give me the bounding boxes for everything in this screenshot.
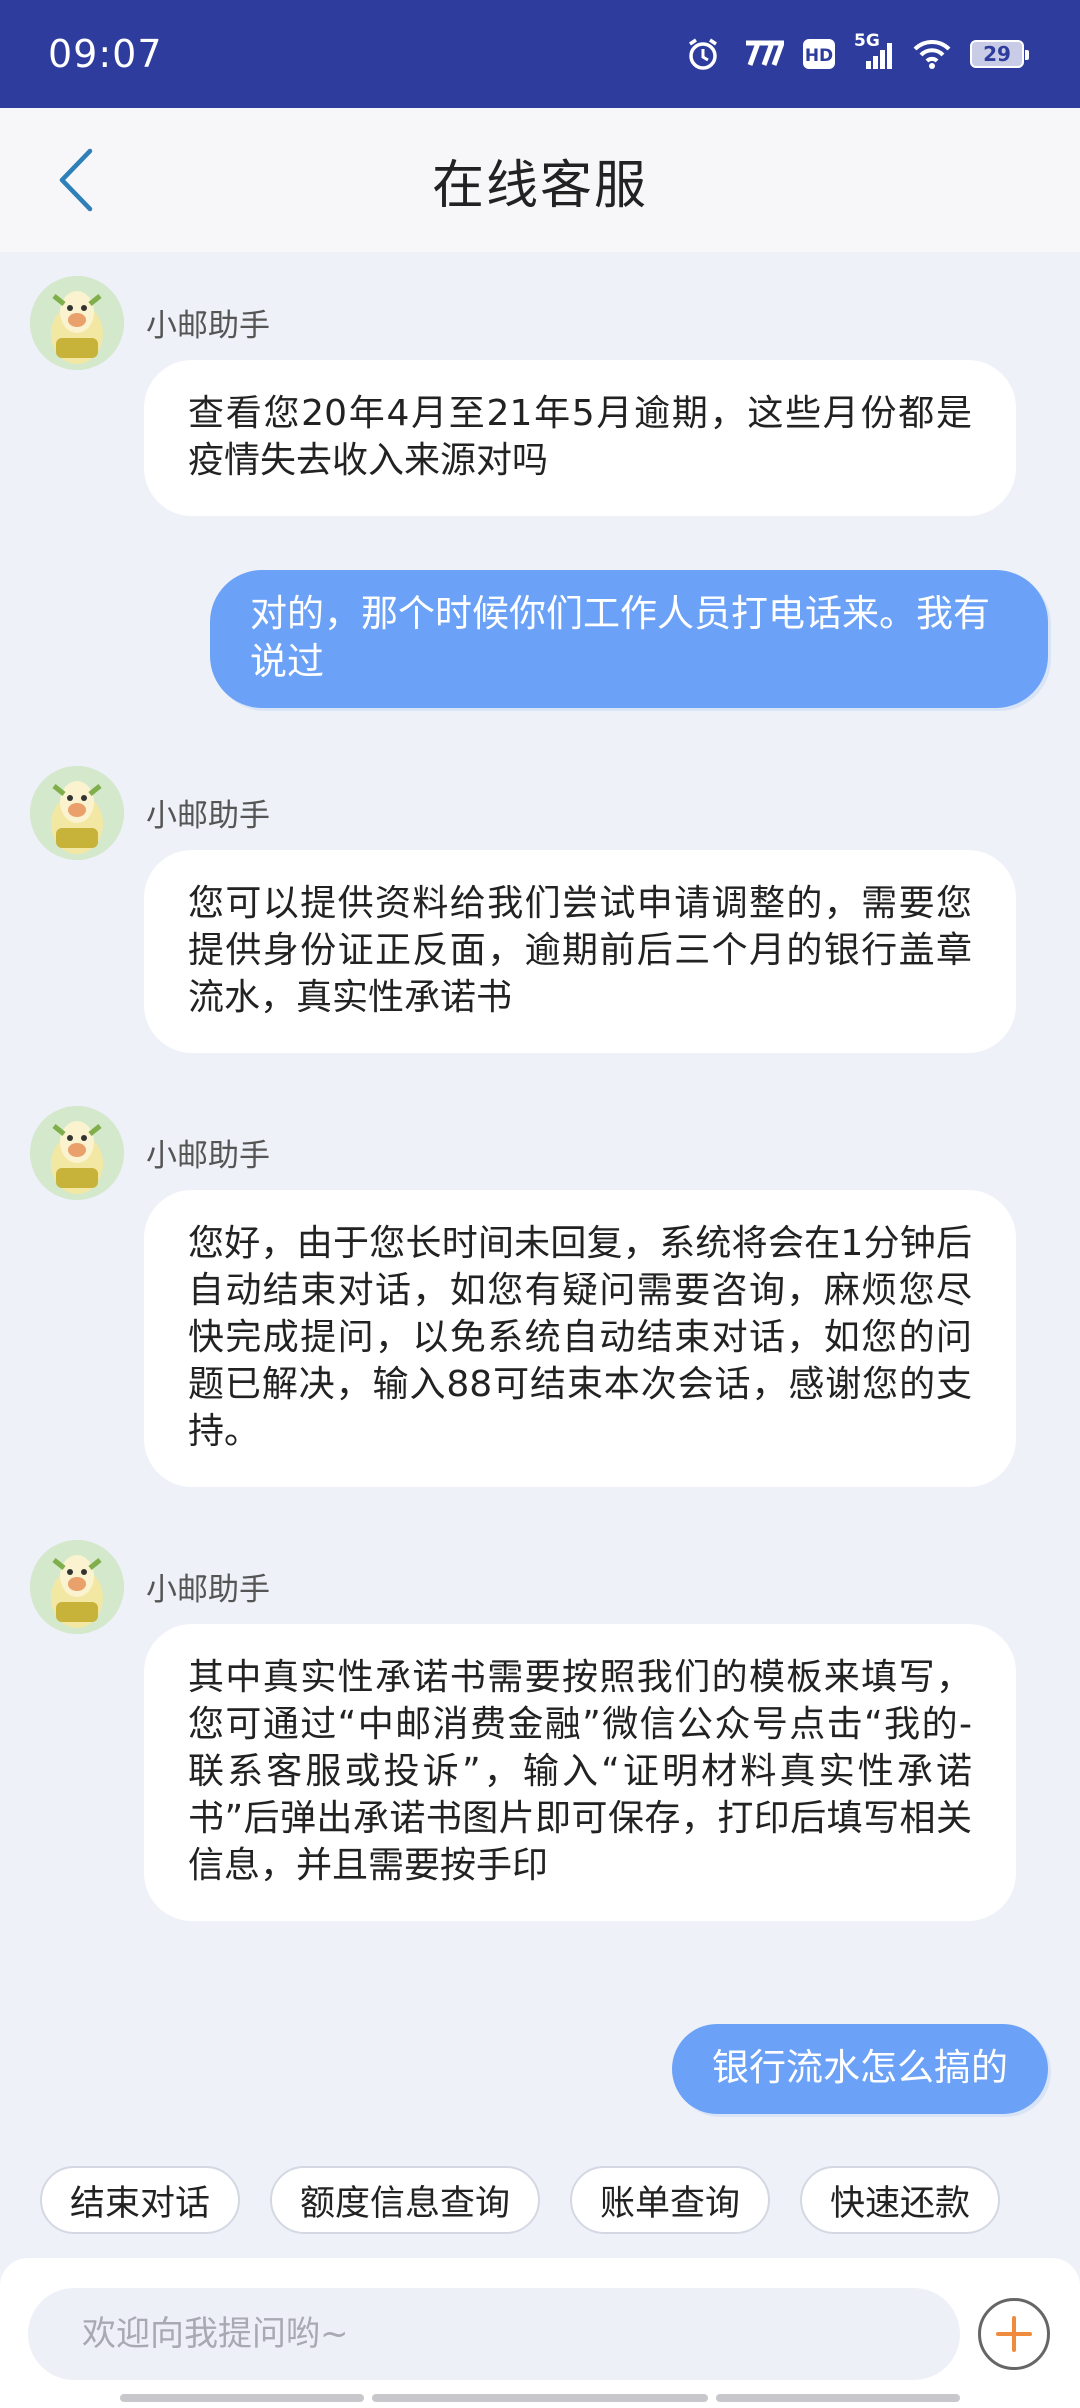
status-icons: HD 5G 29 bbox=[686, 31, 1029, 71]
bot-name: 小邮助手 bbox=[146, 308, 270, 344]
battery-icon: 29 bbox=[970, 40, 1029, 68]
user-message-bubble: 银行流水怎么搞的 bbox=[672, 2024, 1048, 2114]
back-button[interactable] bbox=[40, 144, 112, 216]
bot-avatar bbox=[30, 1106, 124, 1200]
gesture-bar-center bbox=[372, 2394, 708, 2402]
chevron-left-icon bbox=[59, 148, 93, 212]
alarm-icon bbox=[686, 37, 720, 71]
bot-name: 小邮助手 bbox=[146, 1138, 270, 1174]
input-area bbox=[0, 2258, 1080, 2408]
message-bubble: 其中真实性承诺书需要按照我们的模板来填写，您可通过“中邮消费金融”微信公众号点击… bbox=[144, 1624, 1016, 1921]
quick-reply-quick-repay[interactable]: 快速还款 bbox=[800, 2166, 1001, 2234]
message-bubble: 您好，由于您长时间未回复，系统将会在1分钟后自动结束对话，如您有疑问需要咨询，麻… bbox=[144, 1190, 1016, 1487]
gesture-bar-left bbox=[120, 2394, 364, 2402]
message-bubble: 您可以提供资料给我们尝试申请调整的，需要您提供身份证正反面，逾期前后三个月的银行… bbox=[144, 850, 1016, 1053]
signal-5g-icon: 5G bbox=[854, 31, 894, 71]
plus-icon bbox=[996, 2316, 1032, 2352]
wifi-icon bbox=[912, 38, 952, 70]
user-message-bubble: 对的，那个时候你们工作人员打电话来。我有说过 bbox=[210, 570, 1048, 708]
quick-reply-end-chat[interactable]: 结束对话 bbox=[40, 2166, 241, 2234]
svg-text:HD: HD bbox=[805, 46, 833, 66]
quick-reply-bar: 结束对话 额度信息查询 账单查询 快速还款 bbox=[0, 2166, 1080, 2238]
status-bar: 09:07 HD 5G 29 bbox=[0, 0, 1080, 108]
bot-name: 小邮助手 bbox=[146, 798, 270, 834]
message-bubble: 查看您20年4月至21年5月逾期，这些月份都是疫情失去收入来源对吗 bbox=[144, 360, 1016, 516]
app-header: 在线客服 bbox=[0, 108, 1080, 252]
hd-icon: HD bbox=[802, 38, 836, 70]
bot-avatar bbox=[30, 276, 124, 370]
network-speed-icon bbox=[738, 39, 784, 69]
page-title: 在线客服 bbox=[431, 155, 648, 216]
status-time: 09:07 bbox=[48, 32, 163, 76]
bot-name: 小邮助手 bbox=[146, 1572, 270, 1608]
quick-reply-bill-query[interactable]: 账单查询 bbox=[570, 2166, 771, 2234]
battery-level: 29 bbox=[983, 42, 1011, 66]
bot-avatar bbox=[30, 766, 124, 860]
quick-reply-credit-limit[interactable]: 额度信息查询 bbox=[270, 2166, 541, 2234]
add-button[interactable] bbox=[978, 2298, 1050, 2370]
message-input[interactable] bbox=[28, 2288, 960, 2380]
gesture-bar-right bbox=[716, 2394, 960, 2402]
bot-avatar bbox=[30, 1540, 124, 1634]
